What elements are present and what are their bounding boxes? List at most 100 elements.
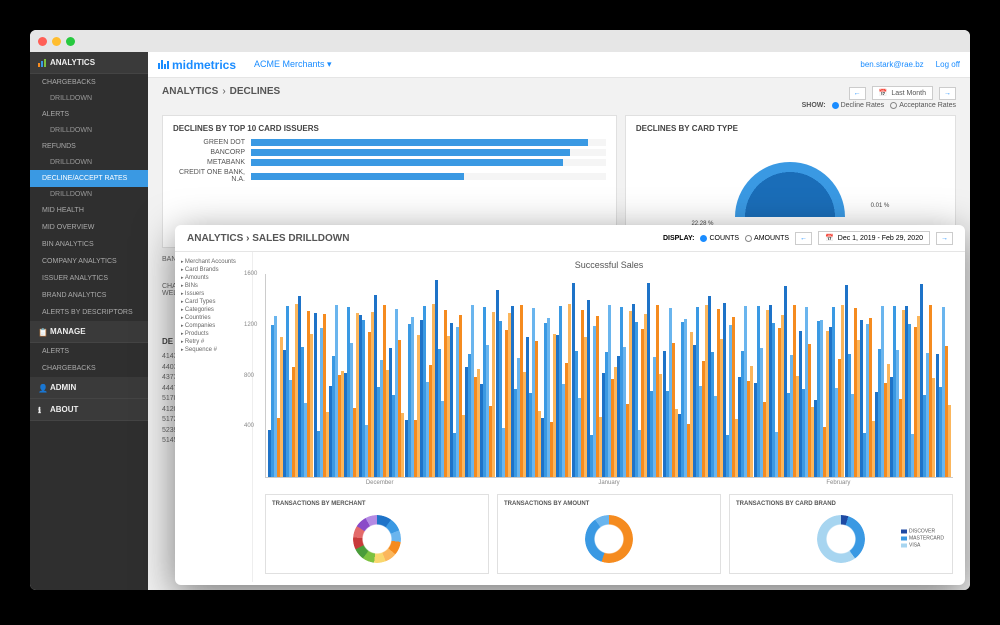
sidebar-item[interactable]: ISSUER ANALYTICS <box>30 270 148 287</box>
bar-group <box>647 274 662 477</box>
bar-group <box>662 274 677 477</box>
sidebar-item[interactable]: ALERTS <box>30 106 148 123</box>
sidebar-section-admin[interactable]: 👤 ADMIN <box>30 377 148 399</box>
bar-group <box>799 274 814 477</box>
overlay-header: ANALYTICS › SALES DRILLDOWN DISPLAY: COU… <box>175 225 965 252</box>
filter-item[interactable]: Retry # <box>181 338 246 346</box>
bar-group <box>480 274 495 477</box>
sidebar: ANALYTICS CHARGEBACKSDRILLDOWNALERTSDRIL… <box>30 52 148 590</box>
date-next-button[interactable]: → <box>939 87 956 100</box>
sidebar-section-about[interactable]: ℹ ABOUT <box>30 399 148 421</box>
sidebar-section-label: ANALYTICS <box>50 58 95 67</box>
acceptance-rates-option[interactable]: Acceptance Rates <box>890 102 956 109</box>
legend: DISCOVER MASTERCARD VISA <box>901 529 944 550</box>
sidebar-section-label: ABOUT <box>50 405 78 414</box>
bar-group <box>298 274 313 477</box>
amounts-option[interactable]: AMOUNTS <box>745 235 789 242</box>
show-label: SHOW: <box>802 102 826 109</box>
sidebar-item[interactable]: COMPANY ANALYTICS <box>30 253 148 270</box>
filter-item[interactable]: Merchant Accounts <box>181 258 246 266</box>
filter-item[interactable]: Sequence # <box>181 346 246 354</box>
bar-group <box>754 274 769 477</box>
filter-item[interactable]: Countries <box>181 314 246 322</box>
radio-off-icon <box>890 102 897 109</box>
breadcrumb: ANALYTICS › SALES DRILLDOWN <box>187 233 349 244</box>
sidebar-item[interactable]: ALERTS <box>30 343 148 360</box>
date-picker[interactable]: 📅Dec 1, 2019 - Feb 29, 2020 <box>818 231 930 245</box>
bar-group <box>769 274 784 477</box>
sidebar-subitem[interactable]: DRILLDOWN <box>30 155 148 170</box>
bar-group <box>602 274 617 477</box>
filter-item[interactable]: BINs <box>181 282 246 290</box>
bar-group <box>723 274 738 477</box>
filter-item[interactable]: Issuers <box>181 290 246 298</box>
sidebar-item[interactable]: ALERTS BY DESCRIPTORS <box>30 304 148 321</box>
sidebar-subitem[interactable]: DRILLDOWN <box>30 187 148 202</box>
sidebar-subitem[interactable]: DRILLDOWN <box>30 123 148 138</box>
sidebar-item[interactable]: CHARGEBACKS <box>30 360 148 377</box>
date-next-button[interactable]: → <box>936 232 953 245</box>
donut-brand: TRANSACTIONS BY CARD BRAND DISCOVER MAST… <box>729 494 953 574</box>
bar-group <box>511 274 526 477</box>
minimize-icon[interactable] <box>52 37 61 46</box>
filter-item[interactable]: Products <box>181 330 246 338</box>
user-email[interactable]: ben.stark@rae.bz <box>860 60 923 69</box>
issuer-row: CREDIT ONE BANK, N.A. <box>173 169 606 183</box>
sidebar-item[interactable]: MID OVERVIEW <box>30 219 148 236</box>
filter-bar: ← 📅 Last Month → <box>849 86 956 100</box>
bar-group <box>526 274 541 477</box>
radio-off-icon <box>745 235 752 242</box>
decline-rates-option[interactable]: Decline Rates <box>832 102 885 109</box>
donut-merchant: TRANSACTIONS BY MERCHANT <box>265 494 489 574</box>
bar-group <box>268 274 283 477</box>
sidebar-item[interactable]: DECLINE/ACCEPT RATES <box>30 170 148 187</box>
topbar: midmetrics ACME Merchants ▾ ben.stark@ra… <box>148 52 970 78</box>
date-prev-button[interactable]: ← <box>849 87 866 100</box>
sidebar-item[interactable]: MID HEALTH <box>30 202 148 219</box>
filter-item[interactable]: Card Types <box>181 298 246 306</box>
bar-group <box>571 274 586 477</box>
date-prev-button[interactable]: ← <box>795 232 812 245</box>
bar-group <box>920 274 935 477</box>
filter-item[interactable]: Categories <box>181 306 246 314</box>
issuer-row: BANCORP <box>173 149 606 156</box>
pie-icon <box>735 162 845 217</box>
sidebar-section-analytics[interactable]: ANALYTICS <box>30 52 148 74</box>
bar-group <box>829 274 844 477</box>
card-title: DECLINES BY CARD TYPE <box>636 124 945 133</box>
display-label: DISPLAY: <box>663 235 695 242</box>
sidebar-section-manage[interactable]: 📋 MANAGE <box>30 321 148 343</box>
bar-group <box>405 274 420 477</box>
sidebar-subitem[interactable]: DRILLDOWN <box>30 91 148 106</box>
maximize-icon[interactable] <box>66 37 75 46</box>
donut-amount: TRANSACTIONS BY AMOUNT <box>497 494 721 574</box>
donut-icon <box>817 515 865 563</box>
successful-sales-chart: 1600 1200 800 400 <box>265 274 953 478</box>
bar-group <box>283 274 298 477</box>
sidebar-item[interactable]: BRAND ANALYTICS <box>30 287 148 304</box>
bar-group <box>465 274 480 477</box>
bar-group <box>814 274 829 477</box>
sidebar-item[interactable]: BIN ANALYTICS <box>30 236 148 253</box>
issuer-row: METABANK <box>173 159 606 166</box>
bar-group <box>936 274 951 477</box>
manage-icon: 📋 <box>38 328 46 336</box>
sidebar-item[interactable]: CHARGEBACKS <box>30 74 148 91</box>
close-icon[interactable] <box>38 37 47 46</box>
bar-group <box>890 274 905 477</box>
filter-item[interactable]: Card Brands <box>181 266 246 274</box>
date-picker[interactable]: 📅 Last Month <box>872 86 933 100</box>
bar-group <box>693 274 708 477</box>
sidebar-item[interactable]: REFUNDS <box>30 138 148 155</box>
bar-group <box>678 274 693 477</box>
bar-group <box>450 274 465 477</box>
counts-option[interactable]: COUNTS <box>700 235 739 242</box>
filter-item[interactable]: Amounts <box>181 274 246 282</box>
radio-on-icon <box>700 235 707 242</box>
overlay-window: ANALYTICS › SALES DRILLDOWN DISPLAY: COU… <box>175 225 965 585</box>
filter-item[interactable]: Companies <box>181 322 246 330</box>
card-title: DECLINES BY TOP 10 CARD ISSUERS <box>173 124 606 133</box>
logoff-link[interactable]: Log off <box>936 60 960 69</box>
merchant-dropdown[interactable]: ACME Merchants ▾ <box>254 59 332 70</box>
brand-logo[interactable]: midmetrics <box>158 58 236 72</box>
